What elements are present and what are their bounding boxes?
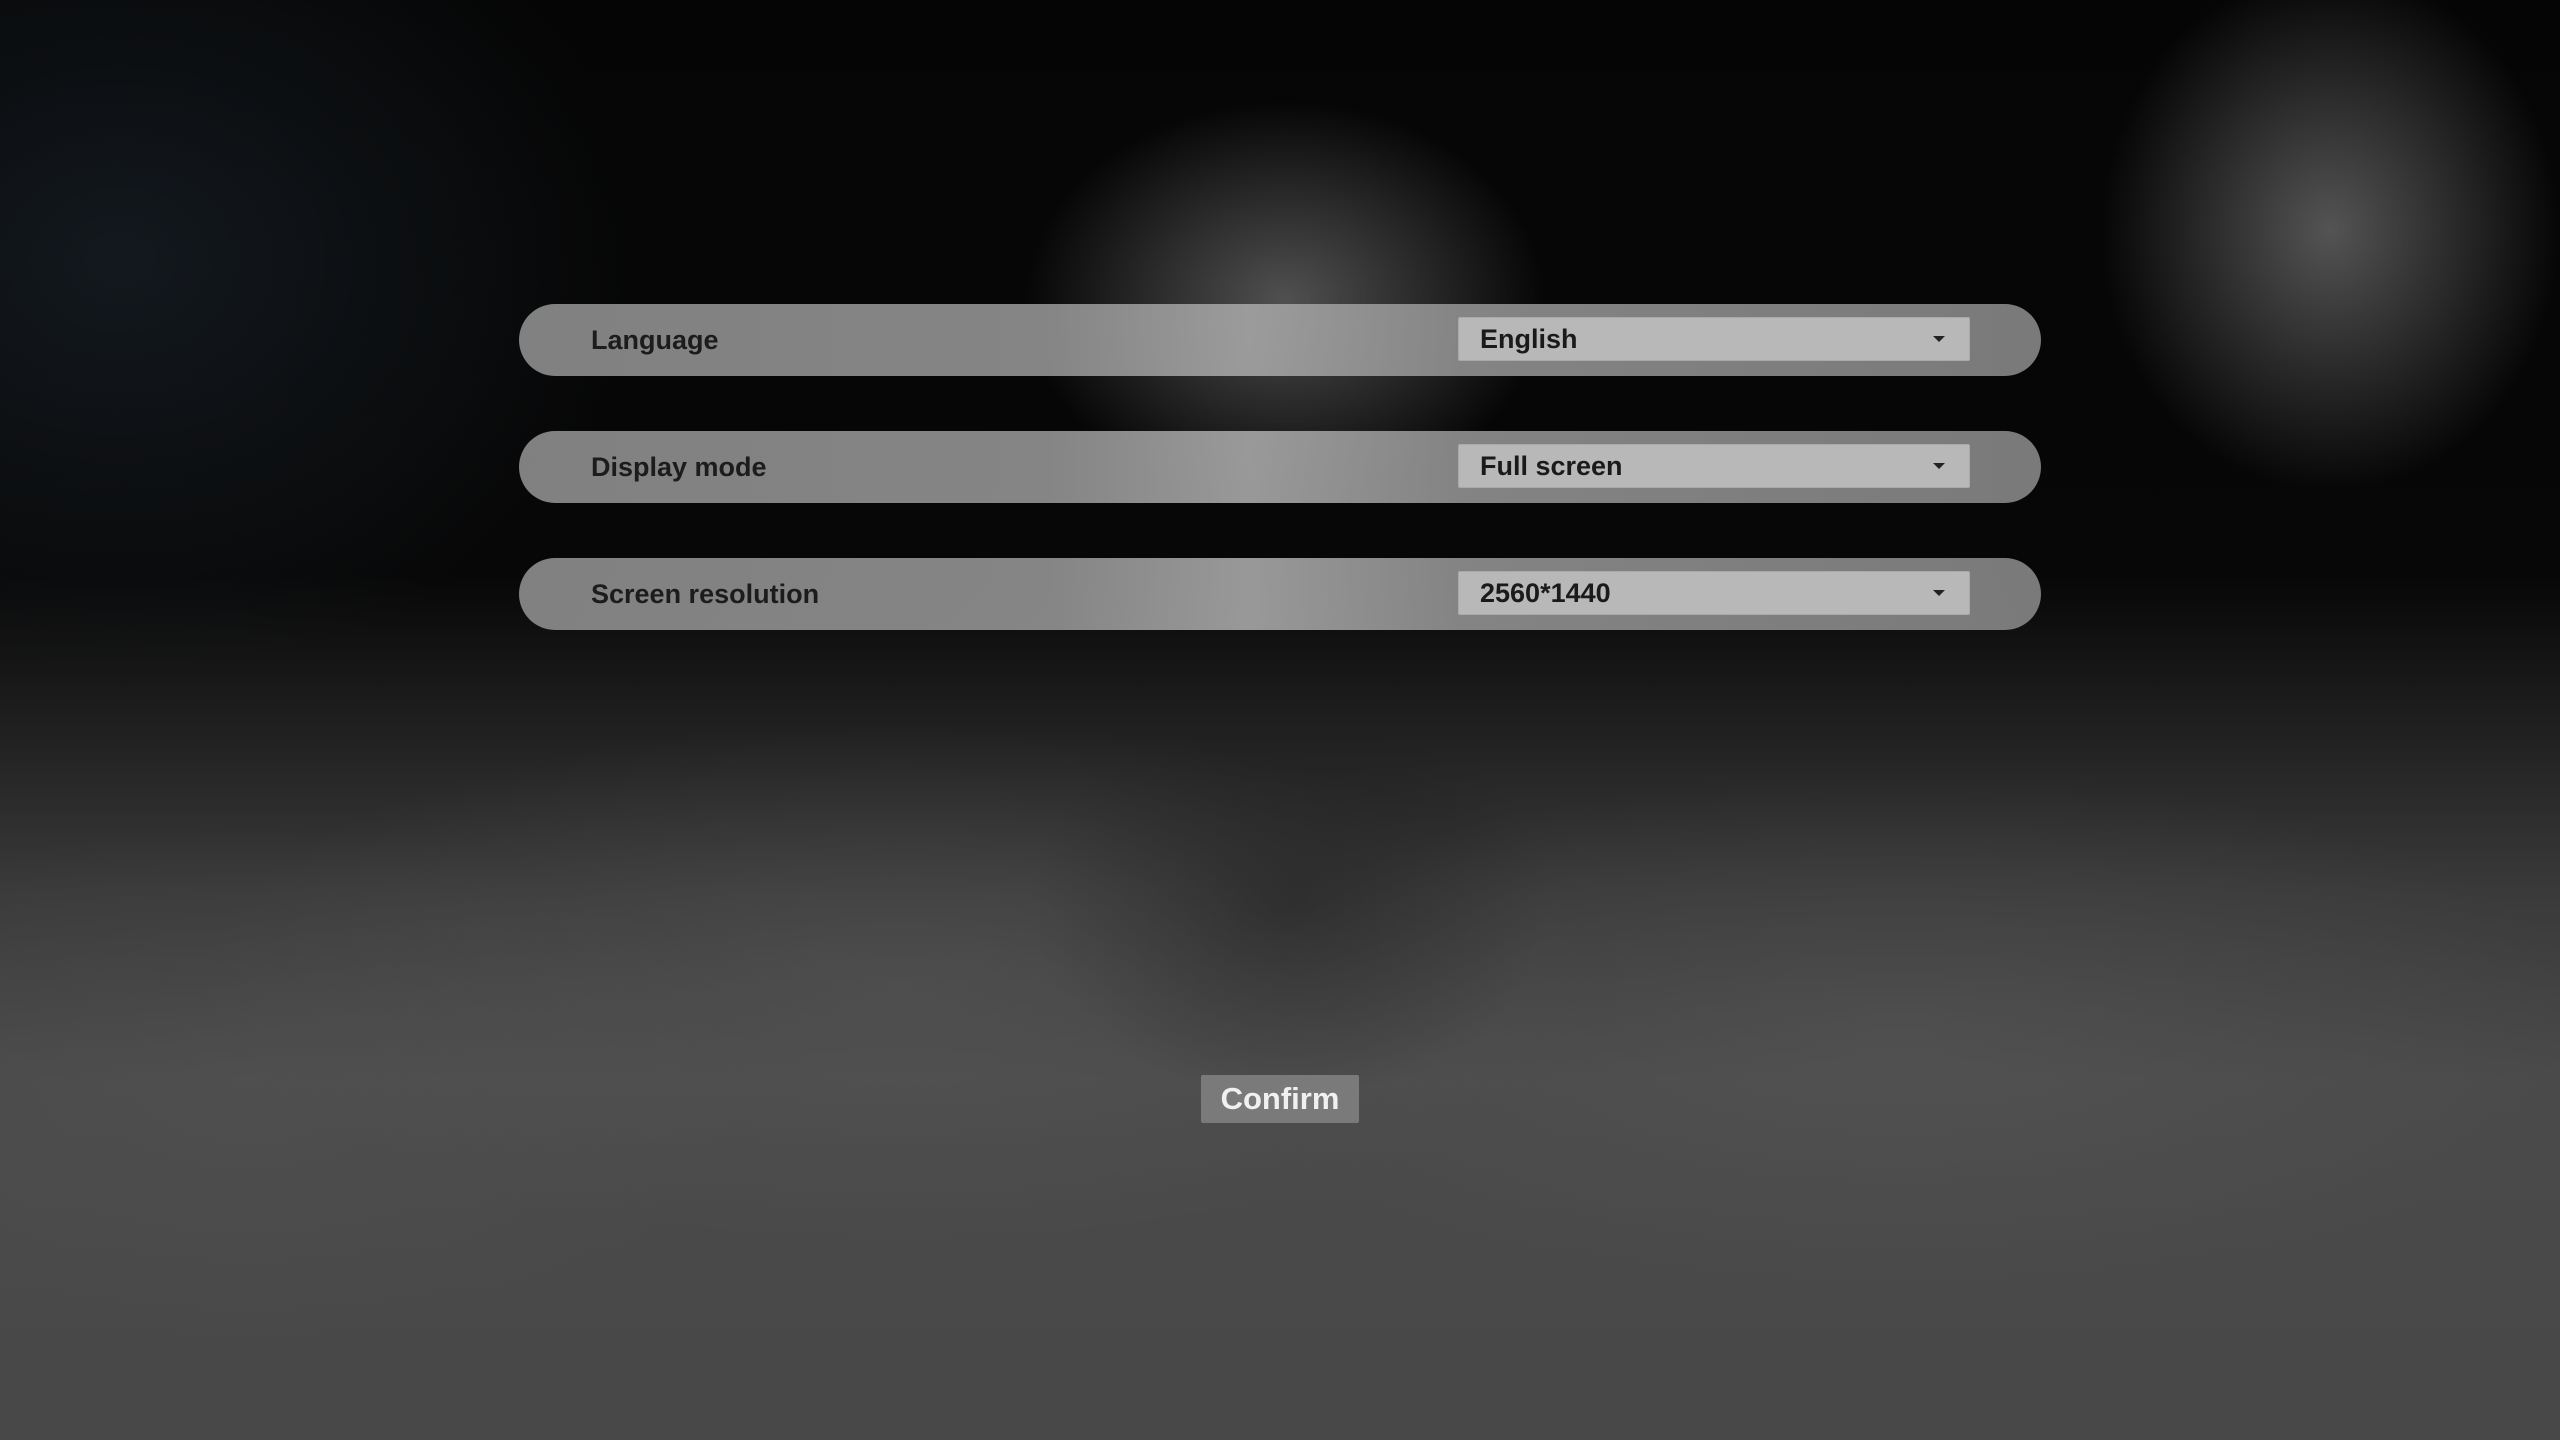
- screen-resolution-dropdown[interactable]: 2560*1440: [1458, 571, 1970, 615]
- language-dropdown[interactable]: English: [1458, 317, 1970, 361]
- display-mode-value: Full screen: [1480, 451, 1623, 481]
- display-mode-label: Display mode: [591, 452, 767, 482]
- language-label: Language: [591, 325, 719, 355]
- chevron-down-icon: [1933, 336, 1945, 342]
- confirm-button[interactable]: Confirm: [1201, 1075, 1359, 1123]
- chevron-down-icon: [1933, 590, 1945, 596]
- screen-resolution-value: 2560*1440: [1480, 578, 1611, 608]
- background-haze: [0, 700, 2560, 1440]
- screen-resolution-label: Screen resolution: [591, 579, 820, 609]
- settings-screen: Language English Display mode Full scree…: [0, 0, 2560, 1440]
- setting-row-screen-resolution: Screen resolution 2560*1440: [519, 558, 2041, 630]
- display-mode-dropdown[interactable]: Full screen: [1458, 444, 1970, 488]
- setting-row-display-mode: Display mode Full screen: [519, 431, 2041, 503]
- chevron-down-icon: [1933, 463, 1945, 469]
- settings-panel: Language English Display mode Full scree…: [519, 304, 2041, 685]
- setting-row-language: Language English: [519, 304, 2041, 376]
- language-value: English: [1480, 324, 1578, 354]
